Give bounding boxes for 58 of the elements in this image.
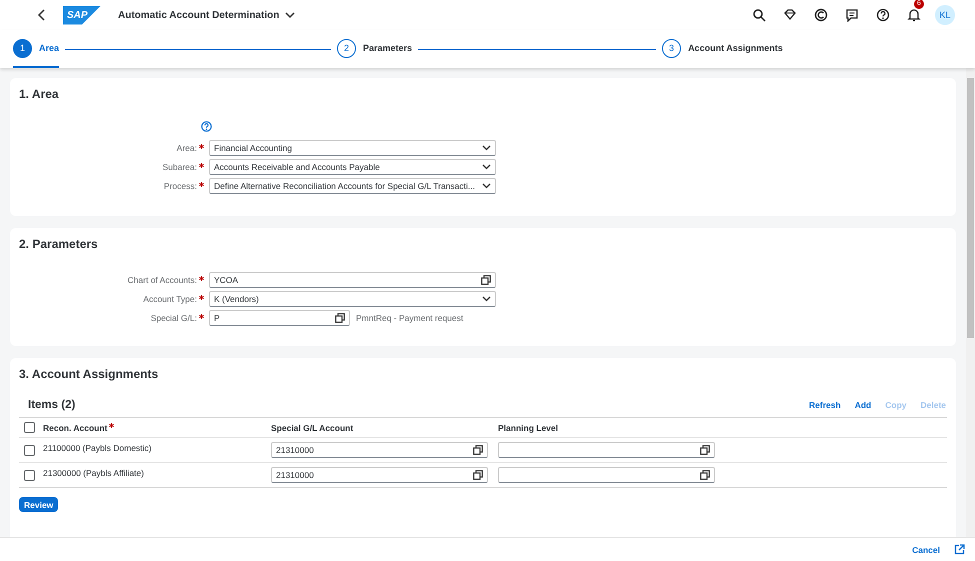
column-header: Recon. Account <box>43 422 108 432</box>
input-field[interactable] <box>498 442 715 458</box>
app-title[interactable]: Automatic Account Determination <box>118 10 296 20</box>
table-title: Items (2) <box>28 399 76 411</box>
cancel-button[interactable]: Cancel <box>912 544 940 554</box>
chevron-down-icon <box>285 12 296 18</box>
section-title: 3. Account Assignments <box>19 367 160 381</box>
column-header: Special G/L Account <box>271 422 354 432</box>
value-help-icon[interactable] <box>473 445 483 455</box>
toolbar-button[interactable]: Refresh <box>809 400 841 410</box>
input-field[interactable]: 21310000 <box>271 442 488 458</box>
value-help-icon[interactable] <box>335 313 345 323</box>
chevron-down-icon <box>482 183 491 189</box>
toolbar-button[interactable]: Add <box>854 400 872 410</box>
input-field[interactable] <box>498 467 715 483</box>
search-icon[interactable] <box>752 8 766 22</box>
diamond-icon[interactable] <box>783 8 797 22</box>
scrollbar[interactable] <box>966 68 975 537</box>
chat-icon[interactable] <box>845 8 859 22</box>
checkbox[interactable] <box>24 444 35 456</box>
bell-icon[interactable] <box>907 8 921 22</box>
field-label: Account Type: <box>142 294 197 304</box>
dropdown-field[interactable]: K (Vendors) <box>209 291 496 307</box>
column-header: Planning Level <box>498 422 558 432</box>
input-field[interactable]: YCOA <box>209 272 496 288</box>
help-icon[interactable] <box>876 8 890 22</box>
field-description: PmntReq - Payment request <box>356 313 464 323</box>
input-field[interactable]: P <box>209 310 350 326</box>
value-help-icon[interactable] <box>700 445 710 455</box>
chevron-down-icon <box>482 145 491 151</box>
section-title: 1. Area <box>19 87 60 101</box>
value-help-icon[interactable] <box>700 470 710 480</box>
wizard-step[interactable]: 2 Parameters <box>337 30 412 68</box>
dropdown-field[interactable]: Financial Accounting <box>209 140 496 156</box>
dropdown-field[interactable]: Define Alternative Reconciliation Accounts for Special G/L Transacti... <box>209 178 496 194</box>
checkbox[interactable] <box>24 422 35 433</box>
chevron-down-icon <box>482 164 491 170</box>
field-label: Process: <box>162 181 197 191</box>
back-icon[interactable] <box>37 9 47 21</box>
chevron-down-icon <box>482 296 491 302</box>
field-label: Chart of Accounts: <box>126 275 197 285</box>
field-label: Subarea: <box>162 162 197 172</box>
field-label: Area: <box>176 143 197 153</box>
ring-icon[interactable] <box>814 8 828 22</box>
review-button[interactable]: Review <box>19 497 58 512</box>
section-title: 2. Parameters <box>19 237 99 251</box>
user-avatar[interactable]: KL <box>935 5 955 25</box>
table-cell: 21100000 (Paybls Domestic) <box>43 443 152 453</box>
checkbox[interactable] <box>24 470 35 480</box>
dropdown-field[interactable]: Accounts Receivable and Accounts Payable <box>209 159 496 175</box>
field-label: Special G/L: <box>150 313 197 323</box>
company-logo[interactable]: SAP <box>63 6 101 24</box>
input-field[interactable]: 21310000 <box>271 467 488 483</box>
value-help-icon[interactable] <box>473 470 483 480</box>
open-external-icon[interactable] <box>954 544 965 555</box>
table-cell: 21300000 (Paybls Affiliate) <box>43 468 144 478</box>
value-help-icon[interactable] <box>481 275 491 285</box>
wizard-step[interactable]: 3 Account Assignments <box>662 30 783 68</box>
